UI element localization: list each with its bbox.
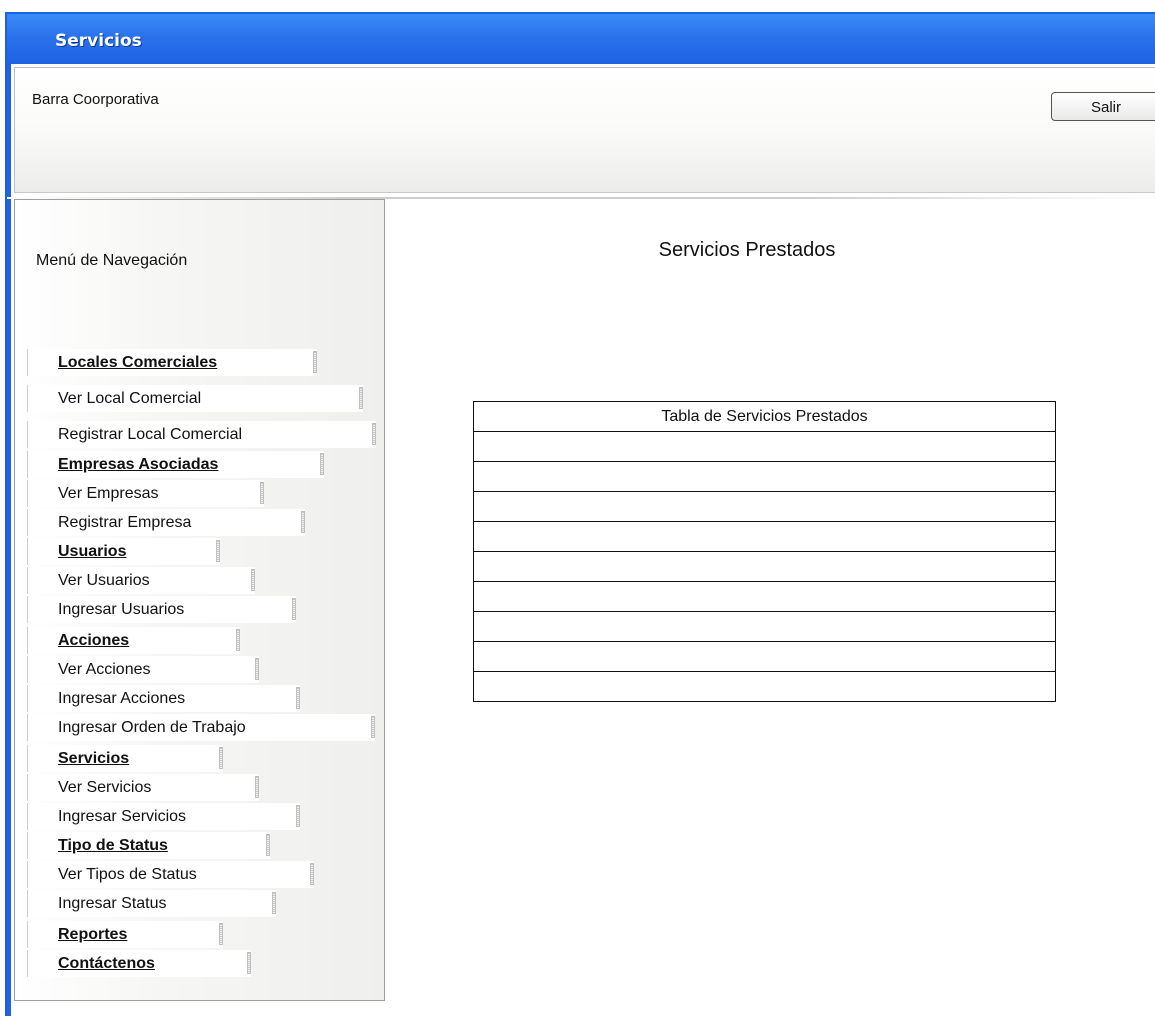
nav-item-label: Reportes (58, 926, 128, 943)
nav-item[interactable]: Ingresar Servicios (27, 803, 300, 830)
table-row (473, 491, 1056, 522)
resize-handle-icon (301, 511, 305, 533)
table-body (473, 431, 1056, 702)
table-header: Tabla de Servicios Prestados (473, 401, 1056, 432)
nav-item[interactable]: Ver Acciones (27, 656, 259, 683)
table-row (473, 581, 1056, 612)
table-row (473, 551, 1056, 582)
nav-item-label: Ver Acciones (58, 661, 151, 678)
nav-item-label: Ver Servicios (58, 779, 152, 796)
resize-handle-icon (247, 952, 251, 974)
title-bar: Servicios (7, 14, 1155, 64)
nav-item[interactable]: Ver Usuarios (27, 567, 255, 594)
page-title: Servicios Prestados (658, 239, 836, 261)
table-row (473, 431, 1056, 462)
nav-item-label: Contáctenos (58, 955, 155, 972)
table-cell (473, 551, 1056, 582)
resize-handle-icon (266, 834, 270, 856)
resize-handle-icon (219, 923, 223, 945)
logout-button[interactable]: Salir (1051, 92, 1155, 121)
resize-handle-icon (292, 598, 296, 620)
nav-item-label: Tipo de Status (58, 837, 168, 854)
window-title: Servicios (55, 31, 142, 51)
table-cell (473, 491, 1056, 522)
nav-item[interactable]: Ingresar Acciones (27, 685, 300, 712)
nav-item[interactable]: Locales Comerciales (27, 349, 317, 376)
resize-handle-icon (216, 540, 220, 562)
table-row (473, 461, 1056, 492)
resize-handle-icon (255, 658, 259, 680)
table-cell (473, 581, 1056, 612)
nav-item-label: Servicios (58, 750, 130, 767)
services-table: Tabla de Servicios Prestados (473, 401, 1056, 702)
nav-item[interactable]: Ingresar Status (27, 890, 276, 917)
nav-item[interactable]: Ingresar Orden de Trabajo (27, 714, 375, 741)
table-row (473, 671, 1056, 702)
nav-item[interactable]: Usuarios (27, 538, 220, 565)
navigation-menu-title: Menú de Navegación (36, 252, 188, 269)
nav-item[interactable]: Contáctenos (27, 950, 251, 977)
nav-item[interactable]: Empresas Asociadas (27, 451, 324, 478)
table-cell (473, 521, 1056, 552)
corporate-bar-label: Barra Coorporativa (32, 91, 159, 108)
table-cell (473, 641, 1056, 672)
nav-item-label: Acciones (58, 632, 130, 649)
nav-item[interactable]: Ver Servicios (27, 774, 259, 801)
resize-handle-icon (371, 716, 375, 738)
nav-item[interactable]: Reportes (27, 921, 223, 948)
table-row (473, 521, 1056, 552)
resize-handle-icon (310, 863, 314, 885)
navigation-menu: Menú de Navegación Locales Comerciales Ve… (14, 199, 385, 1001)
nav-item-label: Ingresar Servicios (58, 808, 187, 825)
app-window: Servicios Barra Coorporativa Salir Menú … (5, 12, 1155, 1016)
table-cell (473, 431, 1056, 462)
nav-item[interactable]: Servicios (27, 745, 223, 772)
resize-handle-icon (219, 747, 223, 769)
resize-handle-icon (296, 687, 300, 709)
table-row (473, 611, 1056, 642)
nav-item[interactable]: Ver Tipos de Status (27, 861, 314, 888)
nav-item-label: Ver Local Comercial (58, 390, 202, 407)
resize-handle-icon (359, 387, 363, 409)
nav-item[interactable]: Ver Local Comercial (27, 385, 363, 412)
resize-handle-icon (372, 423, 376, 445)
resize-handle-icon (251, 569, 255, 591)
nav-item[interactable]: Acciones (27, 627, 240, 654)
nav-item-label: Locales Comerciales (58, 354, 218, 371)
nav-item-label: Registrar Local Comercial (58, 426, 243, 443)
resize-handle-icon (255, 776, 259, 798)
resize-handle-icon (313, 351, 317, 373)
table-row (473, 641, 1056, 672)
resize-handle-icon (272, 892, 276, 914)
nav-item[interactable]: Registrar Local Comercial (27, 421, 376, 448)
nav-item[interactable]: Ingresar Usuarios (27, 596, 296, 623)
table-cell (473, 461, 1056, 492)
resize-handle-icon (320, 453, 324, 475)
nav-item-label: Ingresar Acciones (58, 690, 186, 707)
nav-item[interactable]: Tipo de Status (27, 832, 270, 859)
table-cell (473, 611, 1056, 642)
window-frame-left (7, 64, 11, 1016)
resize-handle-icon (260, 482, 264, 504)
nav-item-label: Usuarios (58, 543, 127, 560)
nav-item-label: Empresas Asociadas (58, 456, 219, 473)
nav-item-label: Ver Usuarios (58, 572, 150, 589)
nav-item-label: Registrar Empresa (58, 514, 192, 531)
resize-handle-icon (236, 629, 240, 651)
nav-item-label: Ver Tipos de Status (58, 866, 197, 883)
nav-item[interactable]: Registrar Empresa (27, 509, 305, 536)
table-header-row: Tabla de Servicios Prestados (473, 401, 1056, 432)
nav-item-label: Ver Empresas (58, 485, 159, 502)
corporate-bar: Barra Coorporativa Salir (14, 67, 1155, 193)
nav-item-label: Ingresar Orden de Trabajo (58, 719, 246, 736)
resize-handle-icon (296, 805, 300, 827)
table-cell (473, 671, 1056, 702)
nav-item-label: Ingresar Status (58, 895, 167, 912)
nav-item[interactable]: Ver Empresas (27, 480, 264, 507)
nav-item-label: Ingresar Usuarios (58, 601, 185, 618)
